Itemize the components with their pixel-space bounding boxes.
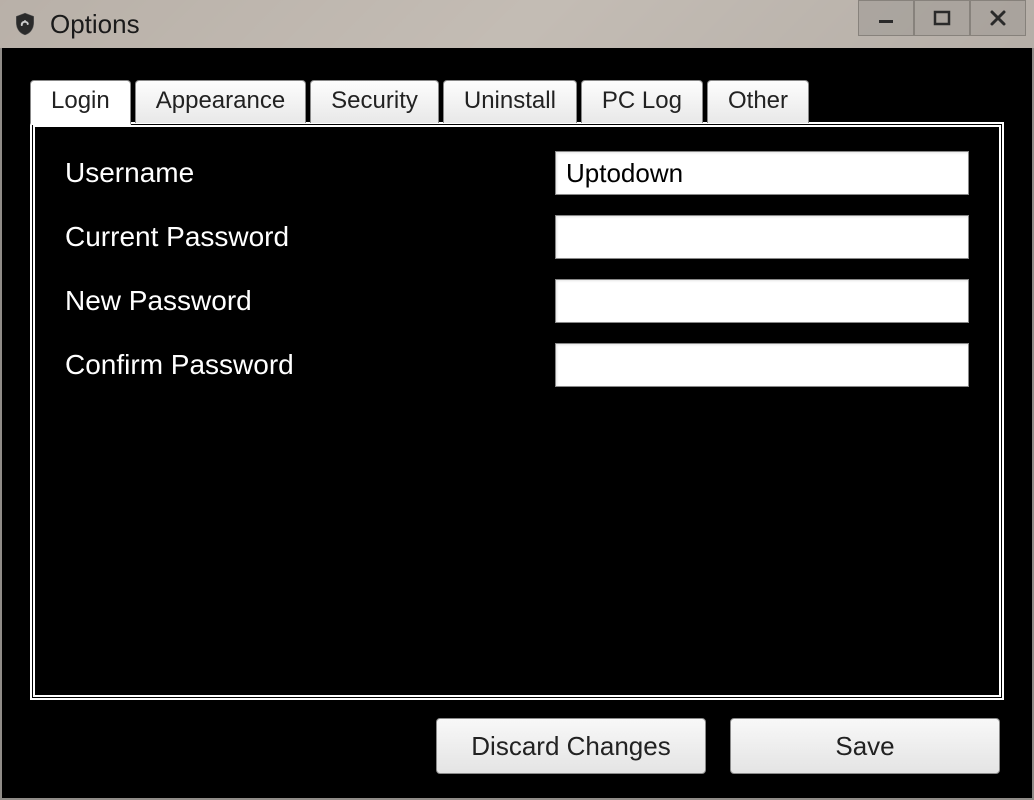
row-username: Username xyxy=(65,151,969,195)
label-username: Username xyxy=(65,157,555,189)
tabs-row: Login Appearance Security Uninstall PC L… xyxy=(30,80,1004,123)
input-current-password[interactable] xyxy=(555,215,969,259)
window-title: Options xyxy=(50,9,140,40)
window-controls xyxy=(858,0,1026,36)
input-confirm-password[interactable] xyxy=(555,343,969,387)
dialog-buttons: Discard Changes Save xyxy=(30,718,1004,774)
row-new-password: New Password xyxy=(65,279,969,323)
options-window: Options Login Appearance Security Uninst… xyxy=(0,0,1034,800)
minimize-button[interactable] xyxy=(858,0,914,36)
maximize-button[interactable] xyxy=(914,0,970,36)
tab-security[interactable]: Security xyxy=(310,80,439,123)
label-confirm-password: Confirm Password xyxy=(65,349,555,381)
tab-panel-login: Username Current Password New Password C… xyxy=(30,122,1004,700)
row-current-password: Current Password xyxy=(65,215,969,259)
close-button[interactable] xyxy=(970,0,1026,36)
row-confirm-password: Confirm Password xyxy=(65,343,969,387)
client-area: Login Appearance Security Uninstall PC L… xyxy=(0,48,1034,800)
label-current-password: Current Password xyxy=(65,221,555,253)
tab-appearance[interactable]: Appearance xyxy=(135,80,306,123)
tab-login[interactable]: Login xyxy=(30,80,131,125)
tab-other[interactable]: Other xyxy=(707,80,809,123)
tab-uninstall[interactable]: Uninstall xyxy=(443,80,577,123)
tab-pclog[interactable]: PC Log xyxy=(581,80,703,123)
label-new-password: New Password xyxy=(65,285,555,317)
input-username[interactable] xyxy=(555,151,969,195)
save-button[interactable]: Save xyxy=(730,718,1000,774)
app-shield-icon xyxy=(12,11,38,37)
titlebar: Options xyxy=(0,0,1034,48)
discard-button[interactable]: Discard Changes xyxy=(436,718,706,774)
input-new-password[interactable] xyxy=(555,279,969,323)
